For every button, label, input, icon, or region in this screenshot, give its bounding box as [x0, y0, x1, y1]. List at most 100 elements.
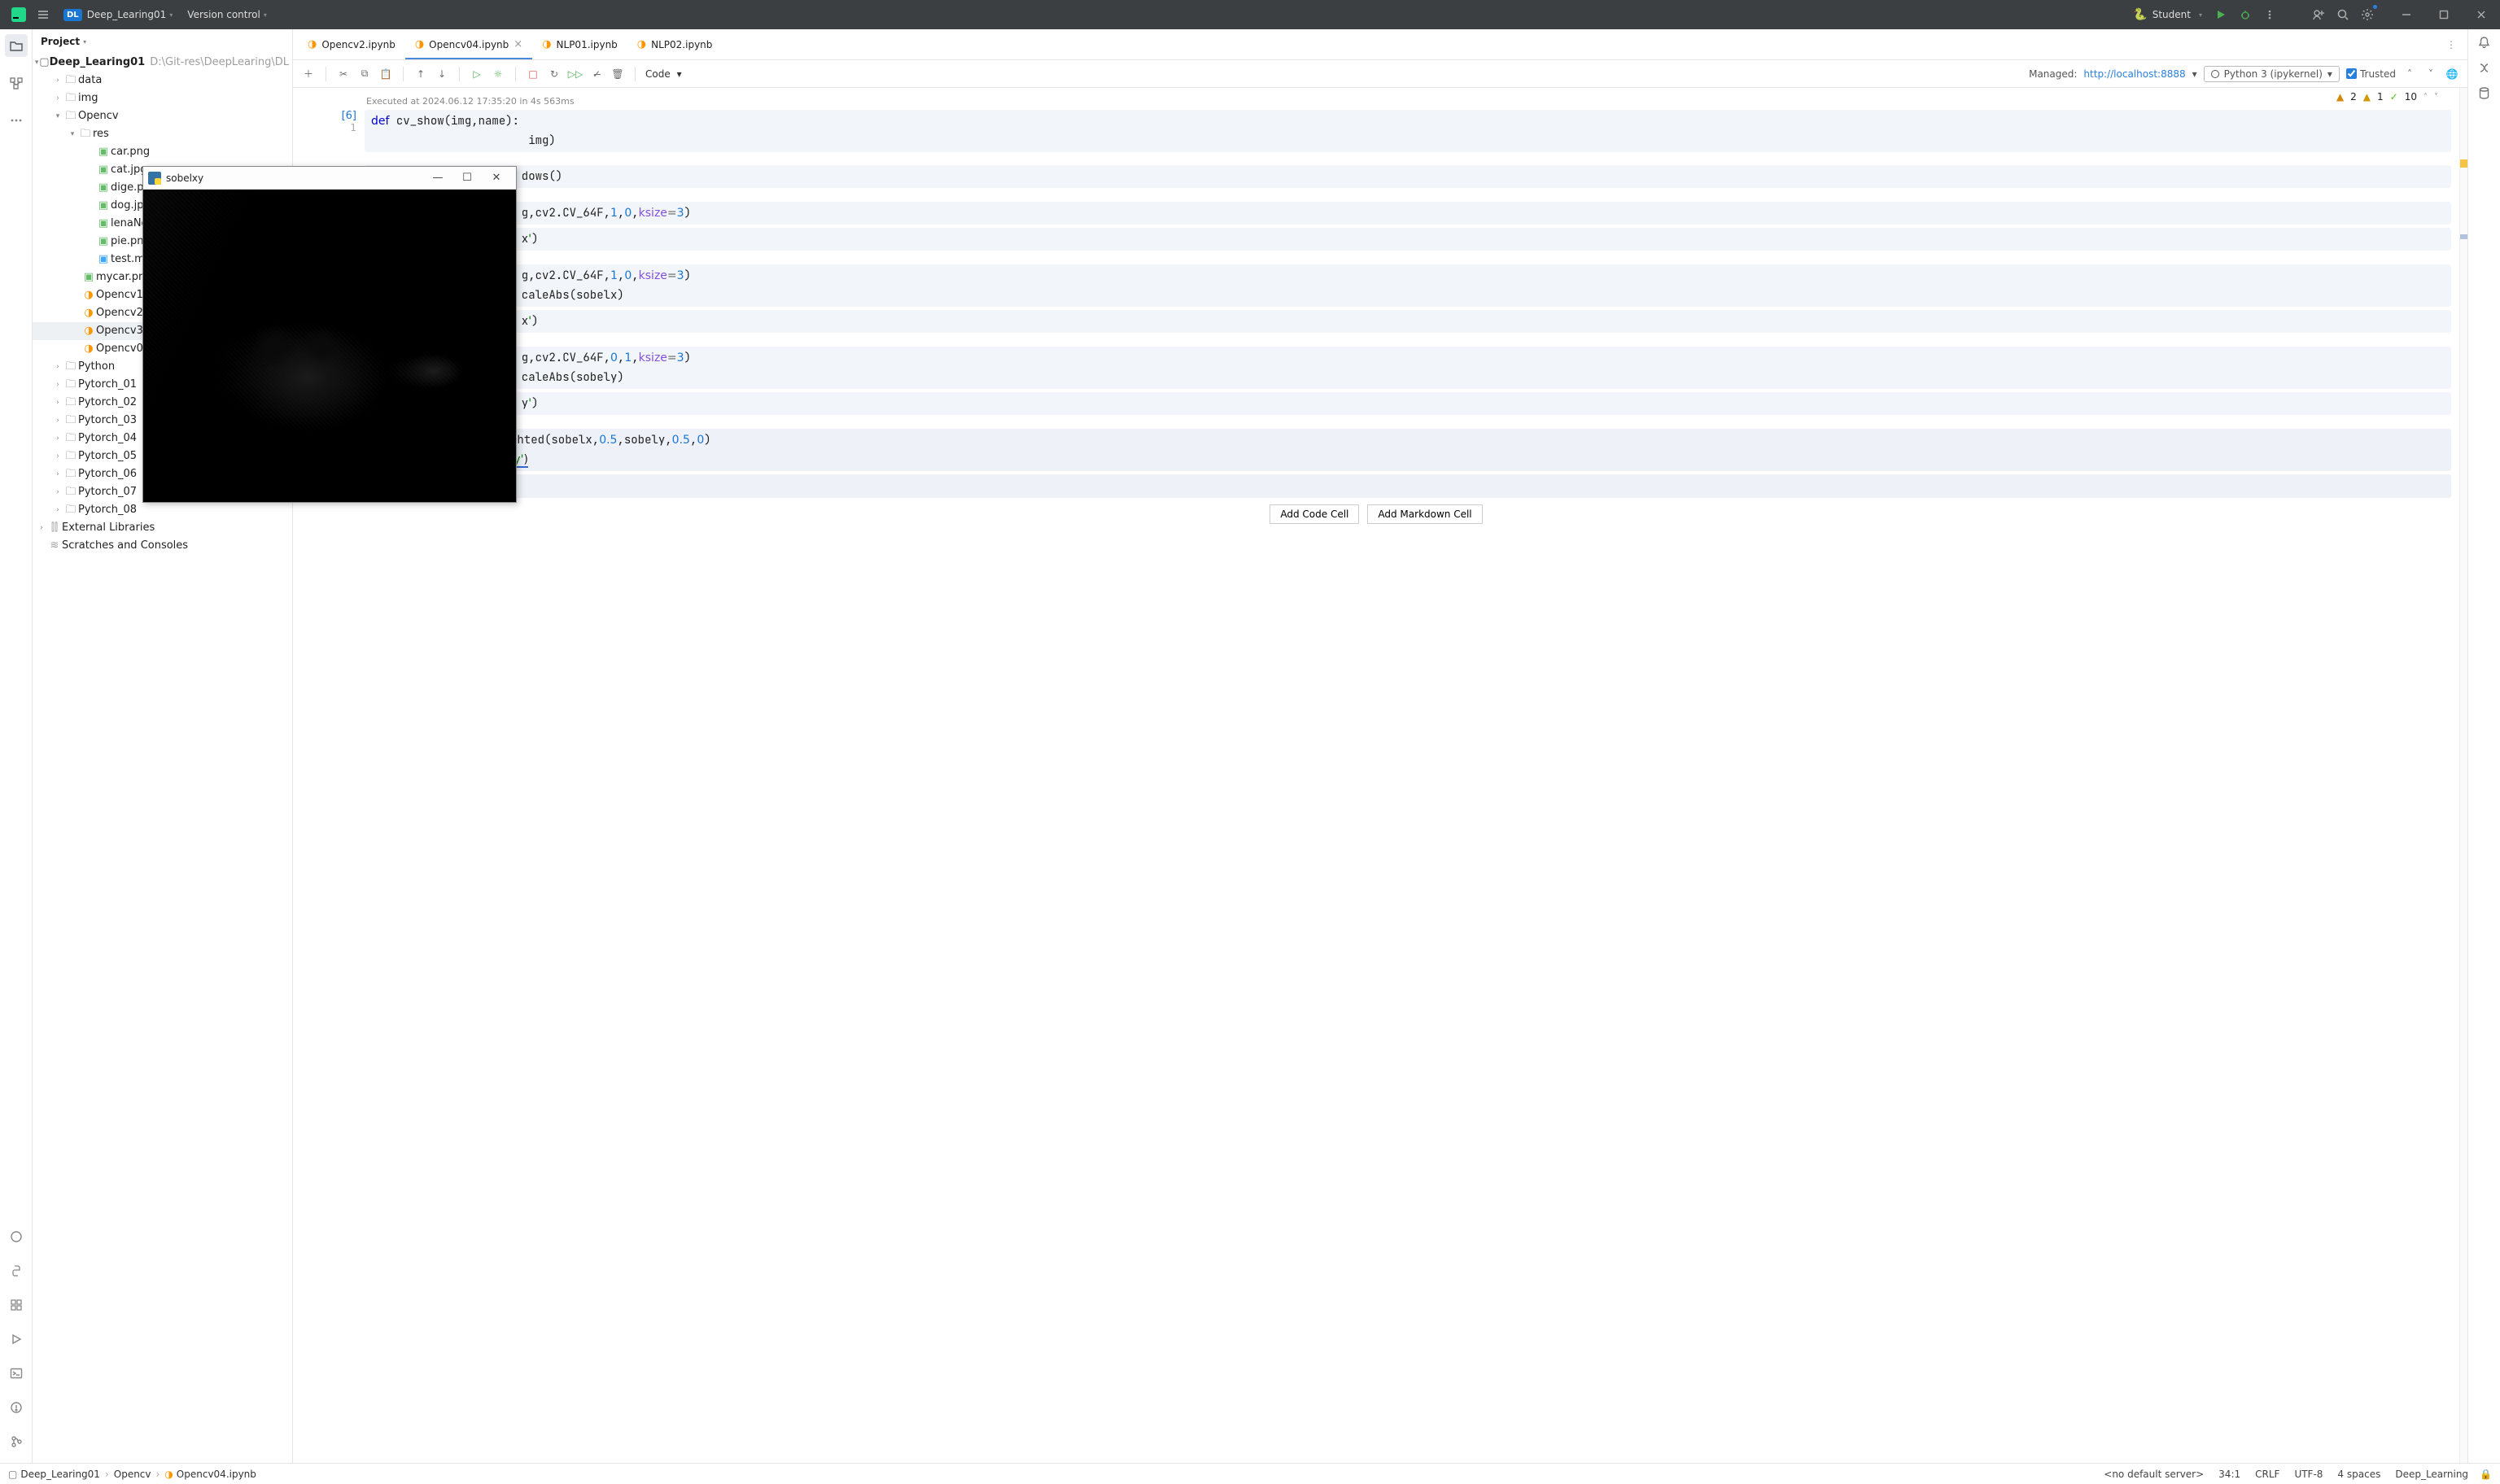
chevron-down-icon[interactable]: ▾ [2192, 68, 2197, 80]
settings-icon[interactable] [2358, 6, 2376, 24]
window-maximize-icon[interactable] [2435, 6, 2453, 24]
popup-titlebar[interactable]: sobelxy — ☐ ✕ [143, 167, 516, 190]
breadcrumb[interactable]: Deep_Learing01 [20, 1469, 100, 1480]
line-ending[interactable]: CRLF [2255, 1469, 2279, 1480]
code-content[interactable]: g,cv2.CV_64F,0,1,ksize=3) caleAbs(sobely… [365, 347, 2451, 389]
notebook-cell[interactable]: [6]1 def cv_show(img,name): img) [301, 110, 2451, 152]
tree-folder-data[interactable]: ›🗀data [33, 72, 292, 89]
trusted-checkbox[interactable]: Trusted [2346, 68, 2396, 80]
lock-icon[interactable]: 🔒 [2480, 1469, 2492, 1480]
jupyter-tool-icon[interactable] [5, 1225, 28, 1248]
notebook-cell[interactable]: g,cv2.CV_64F,1,0,ksize=3) caleAbs(sobelx… [301, 264, 2451, 307]
add-cell-icon[interactable]: ＋ [301, 67, 316, 81]
run-all-icon[interactable]: ▷▷ [568, 67, 583, 81]
move-up-icon[interactable]: ↑ [413, 67, 428, 81]
run-icon[interactable] [2212, 6, 2230, 24]
tab-nlp01[interactable]: NLP01.ipynb [532, 29, 627, 59]
notifications-icon[interactable] [2477, 36, 2491, 50]
notebook-cell[interactable]: x') 46s 484ms [301, 310, 2451, 343]
problems-tool-icon[interactable] [5, 1396, 28, 1419]
ai-assistant-icon[interactable] [2477, 61, 2491, 75]
chevron-up-icon[interactable]: ˄ [2424, 93, 2428, 102]
window-close-icon[interactable] [2472, 6, 2490, 24]
notebook-cell[interactable]: y') 8s 455ms [301, 392, 2451, 426]
packages-tool-icon[interactable] [5, 1294, 28, 1316]
chevron-up-icon[interactable]: ˄ [2402, 67, 2417, 81]
add-markdown-cell-button[interactable]: Add Markdown Cell [1367, 504, 1482, 524]
tree-folder-res[interactable]: ▾🗀res [33, 125, 292, 143]
indent-setting[interactable]: 4 spaces [2337, 1469, 2380, 1480]
tree-folder-opencv[interactable]: ▾🗀Opencv [33, 107, 292, 125]
tab-nlp02[interactable]: NLP02.ipynb [627, 29, 723, 59]
interpreter[interactable]: Deep_Learning [2395, 1469, 2468, 1480]
database-icon[interactable] [2477, 86, 2491, 100]
debug-cell-icon[interactable]: ☼ [491, 67, 505, 81]
window-minimize-icon[interactable]: — [423, 172, 452, 184]
paste-icon[interactable]: 📋 [378, 67, 393, 81]
code-content[interactable]: sobelxy = cv2.addWeighted(sobelx,0.5,sob… [365, 429, 2451, 471]
more-tool-icon[interactable] [5, 109, 28, 132]
tab-opencv2[interactable]: Opencv2.ipynb [298, 29, 405, 59]
delete-cell-icon[interactable]: 🗑 [610, 67, 625, 81]
code-content[interactable]: dows() [365, 165, 2451, 188]
notebook-cell[interactable]: x') 2s 234ms [301, 228, 2451, 261]
editor-minimap[interactable] [2459, 88, 2467, 1463]
notebook-cell-active[interactable]: [_]12 sobelxy = cv2.addWeighted(sobelx,0… [301, 429, 2451, 471]
main-menu-icon[interactable] [34, 6, 52, 24]
student-selector[interactable]: Student ▾ [2133, 8, 2202, 21]
notebook-cell[interactable]: g,cv2.CV_64F,0,1,ksize=3) caleAbs(sobely… [301, 347, 2451, 389]
terminal-tool-icon[interactable] [5, 1362, 28, 1385]
search-icon[interactable] [2334, 6, 2352, 24]
vcs-selector[interactable]: Version control ▾ [187, 9, 267, 20]
restart-icon[interactable]: ↻ [547, 67, 562, 81]
code-content[interactable]: y') [365, 392, 2451, 415]
tree-root[interactable]: ▾ ▢ Deep_Learing01 D:\Git-res\DeepLearin… [33, 54, 292, 72]
notebook-cell-empty[interactable]: [_]1 [301, 474, 2451, 498]
window-maximize-icon[interactable]: ☐ [452, 172, 482, 184]
trusted-input[interactable] [2346, 68, 2357, 79]
cell-type-selector[interactable]: Code ▾ [645, 68, 682, 80]
run-cell-icon[interactable]: ▷ [470, 67, 484, 81]
debug-icon[interactable] [2236, 6, 2254, 24]
opencv-image-window[interactable]: sobelxy — ☐ ✕ [142, 166, 517, 503]
kernel-selector[interactable]: Python 3 (ipykernel) ▾ [2204, 66, 2340, 82]
notebook-area[interactable]: ▲2 ▲1 ✓10 ˄ ˅ Executed at 2024.06.12 17:… [293, 88, 2459, 1463]
chevron-down-icon[interactable]: ˅ [2434, 93, 2438, 102]
close-icon[interactable]: × [514, 38, 522, 50]
stop-icon[interactable]: □ [526, 67, 540, 81]
code-content[interactable]: g,cv2.CV_64F,1,0,ksize=3) caleAbs(sobelx… [365, 264, 2451, 307]
breadcrumb[interactable]: Opencv [114, 1469, 151, 1480]
clear-output-icon[interactable]: ✓̶ [589, 67, 604, 81]
server-status[interactable]: <no default server> [2104, 1469, 2204, 1480]
code-content[interactable] [365, 474, 2451, 498]
cut-icon[interactable]: ✂ [336, 67, 351, 81]
notebook-cell[interactable]: g,cv2.CV_64F,1,0,ksize=3) [301, 202, 2451, 225]
caret-position[interactable]: 34:1 [2218, 1469, 2240, 1480]
project-selector[interactable]: Deep_Learing01 ▾ [87, 9, 173, 20]
git-tool-icon[interactable] [5, 1430, 28, 1453]
collab-icon[interactable] [2310, 6, 2327, 24]
more-icon[interactable] [2261, 6, 2279, 24]
tab-opencv04[interactable]: Opencv04.ipynb× [405, 29, 532, 59]
services-tool-icon[interactable] [5, 1328, 28, 1351]
python-console-icon[interactable] [5, 1259, 28, 1282]
code-content[interactable]: x') [365, 228, 2451, 251]
tree-ext-libs[interactable]: ›⫿⫿External Libraries [33, 519, 292, 537]
structure-tool-icon[interactable] [5, 72, 28, 94]
chevron-down-icon[interactable]: ˅ [2424, 67, 2438, 81]
tree-folder[interactable]: ›🗀Pytorch_08 [33, 501, 292, 519]
window-minimize-icon[interactable] [2397, 6, 2415, 24]
managed-url[interactable]: http://localhost:8888 [2083, 68, 2185, 80]
add-code-cell-button[interactable]: Add Code Cell [1270, 504, 1359, 524]
window-close-icon[interactable]: ✕ [482, 172, 511, 184]
globe-icon[interactable]: 🌐 [2445, 67, 2459, 81]
code-content[interactable]: x') [365, 310, 2451, 333]
file-encoding[interactable]: UTF-8 [2294, 1469, 2323, 1480]
tree-scratches[interactable]: ≋Scratches and Consoles [33, 537, 292, 555]
tab-more-icon[interactable]: ⋮ [2440, 39, 2463, 50]
project-tool-icon[interactable] [5, 34, 28, 57]
notebook-cell[interactable]: dows() 2ms [301, 165, 2451, 199]
code-content[interactable]: g,cv2.CV_64F,1,0,ksize=3) [365, 202, 2451, 225]
tree-file[interactable]: ▣car.png [33, 143, 292, 161]
move-down-icon[interactable]: ↓ [435, 67, 449, 81]
